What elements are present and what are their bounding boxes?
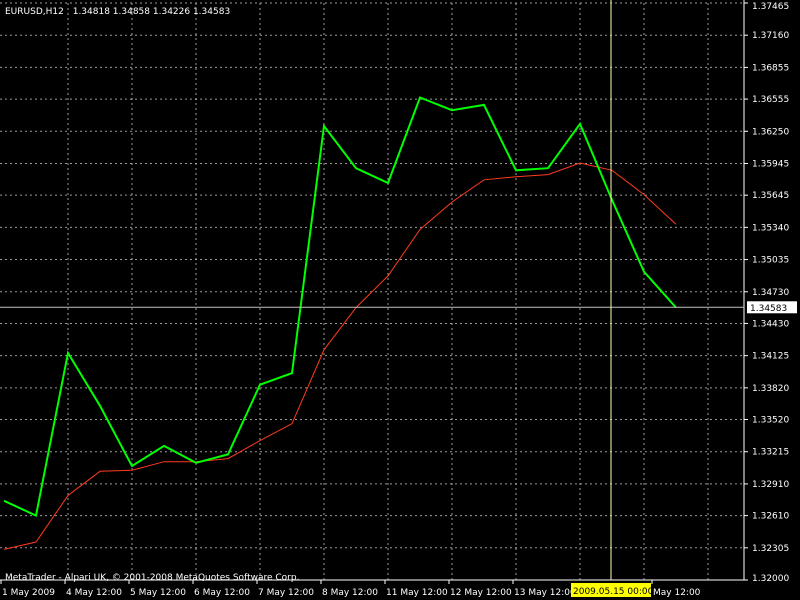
y-tick-label: 1.32910 [752, 480, 789, 490]
chart-header: EURUSD,H12 1.34818 1.34858 1.34226 1.345… [5, 7, 230, 17]
crosshair-time-label: 2009.05.15 00:00 [573, 587, 654, 597]
x-tick-label: May 12:00 [653, 588, 701, 598]
symbol-label: EURUSD,H12 [5, 7, 64, 17]
y-tick-label: 1.32610 [752, 512, 789, 522]
x-tick-label: 4 May 12:00 [66, 588, 122, 598]
y-tick-label: 1.34730 [752, 288, 789, 298]
price-line [3, 96, 677, 518]
y-tick-label: 1.35945 [752, 159, 789, 169]
copyright-text: MetaTrader - Alpari UK, © 2001-2008 Meta… [5, 573, 299, 583]
y-tick-label: 1.33820 [752, 384, 789, 394]
y-tick-label: 1.35340 [752, 223, 789, 233]
x-tick-label: 11 May 12:00 [386, 588, 448, 598]
x-tick-label: 12 May 12:00 [450, 588, 512, 598]
x-tick-label: 8 May 12:00 [322, 588, 378, 598]
chart-canvas[interactable]: 1.37465 1.37160 1.36855 1.36555 1.36250 1.359… [0, 0, 800, 600]
y-tick-label: 1.36250 [752, 127, 789, 137]
y-tick-label: 1.32000 [752, 574, 789, 584]
y-tick-label: 1.37465 [752, 2, 789, 12]
y-tick-label: 1.34430 [752, 319, 789, 329]
y-tick-label: 1.33520 [752, 416, 789, 426]
y-tick-label: 1.36555 [752, 95, 789, 105]
y-tick-label: 1.34125 [752, 352, 789, 362]
y-tick-label: 1.35645 [752, 191, 789, 201]
x-tick-label: 13 May 12:00 [514, 588, 576, 598]
price-chart[interactable]: 1.37465 1.37160 1.36855 1.36555 1.36250 1.359… [0, 0, 800, 600]
ohlc-values: 1.34818 1.34858 1.34226 1.34583 [73, 7, 230, 17]
y-tick-label: 1.37160 [752, 31, 789, 41]
moving-average-line [3, 162, 677, 550]
y-tick-label: 1.36855 [752, 63, 789, 73]
y-tick-label: 1.35035 [752, 256, 789, 266]
y-tick-label: 1.32305 [752, 544, 789, 554]
y-tick-label: 1.33215 [752, 448, 789, 458]
x-tick-label: 6 May 12:00 [194, 588, 250, 598]
x-tick-label: 7 May 12:00 [258, 588, 314, 598]
x-tick-label: 5 May 12:00 [130, 588, 186, 598]
axes [0, 0, 745, 581]
current-price-label: 1.34583 [750, 304, 787, 314]
x-tick-label: 1 May 2009 [2, 588, 55, 598]
price-scale[interactable]: 1.37465 1.37160 1.36855 1.36555 1.36250 1.359… [744, 2, 789, 584]
overlays: 1.34583 2009.05.15 00:00 [0, 0, 797, 597]
